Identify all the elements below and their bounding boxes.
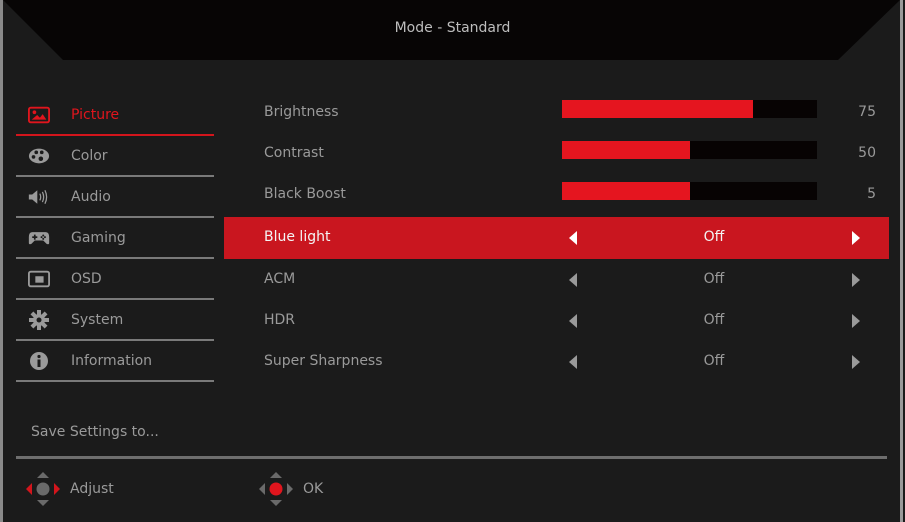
setting-label: Super Sharpness <box>264 353 383 369</box>
ok-hint: OK <box>257 470 323 508</box>
left-border <box>0 0 3 522</box>
slider-fill <box>562 182 690 200</box>
gear-icon <box>28 309 50 330</box>
setting-row-brightness[interactable]: Brightness 75 <box>224 92 889 133</box>
ok-label: OK <box>303 481 324 497</box>
sidebar-label: System <box>71 311 124 328</box>
sidebar-label: Picture <box>71 106 120 123</box>
osd-window-icon <box>28 270 50 288</box>
setting-label: Black Boost <box>264 186 346 202</box>
setting-row-acm[interactable]: ACM Off <box>224 259 889 300</box>
arrow-right-icon[interactable] <box>852 231 860 245</box>
slider-fill <box>562 100 754 118</box>
sidebar-label: OSD <box>71 270 102 287</box>
right-border <box>900 0 903 522</box>
gamepad-icon <box>28 229 50 247</box>
sidebar-item-color[interactable]: Color <box>16 136 214 177</box>
setting-value: Off <box>703 229 725 245</box>
setting-value: Off <box>703 353 725 369</box>
palette-icon <box>28 147 50 165</box>
brightness-slider[interactable] <box>562 100 817 118</box>
save-settings-button[interactable]: Save Settings to... <box>31 424 159 440</box>
arrow-left-icon[interactable] <box>569 355 577 369</box>
bottom-divider <box>16 456 887 459</box>
arrow-right-icon[interactable] <box>852 355 860 369</box>
sidebar-item-picture[interactable]: Picture <box>16 95 214 136</box>
sidebar-label: Color <box>71 147 108 164</box>
picture-icon <box>28 106 50 124</box>
sidebar-item-system[interactable]: System <box>16 300 214 341</box>
adjust-hint: Adjust <box>24 470 114 508</box>
sidebar-item-osd[interactable]: OSD <box>16 259 214 300</box>
sidebar-item-information[interactable]: Information <box>16 341 214 382</box>
sidebar-item-audio[interactable]: Audio <box>16 177 214 218</box>
setting-value: Off <box>703 271 725 287</box>
sidebar-label: Gaming <box>71 229 126 246</box>
contrast-slider[interactable] <box>562 141 817 159</box>
setting-row-super-sharpness[interactable]: Super Sharpness Off <box>224 341 889 382</box>
arrow-left-icon[interactable] <box>569 314 577 328</box>
arrow-right-icon[interactable] <box>852 273 860 287</box>
setting-value: Off <box>703 312 725 328</box>
setting-row-contrast[interactable]: Contrast 50 <box>224 133 889 174</box>
sidebar-item-gaming[interactable]: Gaming <box>16 218 214 259</box>
setting-row-blue-light[interactable]: Blue light Off <box>224 217 889 259</box>
mode-title: Mode - Standard <box>394 20 511 36</box>
black-boost-slider[interactable] <box>562 182 817 200</box>
setting-value: 5 <box>867 186 876 202</box>
sidebar-label: Information <box>71 352 153 369</box>
setting-label: HDR <box>264 312 296 328</box>
sidebar-menu: Picture Color Audio Gaming OSD System In… <box>16 95 214 382</box>
adjust-label: Adjust <box>70 481 114 497</box>
setting-row-hdr[interactable]: HDR Off <box>224 300 889 341</box>
setting-label: Brightness <box>264 104 339 120</box>
setting-label: Blue light <box>264 229 331 245</box>
slider-fill <box>562 141 690 159</box>
arrow-left-icon[interactable] <box>569 273 577 287</box>
setting-label: ACM <box>264 271 296 287</box>
dpad-center-icon <box>259 472 293 506</box>
speaker-icon <box>28 188 50 206</box>
setting-value: 50 <box>858 145 876 161</box>
setting-label: Contrast <box>264 145 324 161</box>
osd-menu: Mode - Standard Picture Color Audio Gami… <box>0 0 905 522</box>
dpad-left-right-icon <box>26 472 60 506</box>
sidebar-label: Audio <box>71 188 111 205</box>
arrow-right-icon[interactable] <box>852 314 860 328</box>
setting-value: 75 <box>858 104 876 120</box>
picture-settings-panel: Brightness 75 Contrast 50 Black Boost 5 … <box>224 92 889 382</box>
setting-row-black-boost[interactable]: Black Boost 5 <box>224 174 889 215</box>
arrow-left-icon[interactable] <box>569 231 577 245</box>
info-icon <box>28 351 50 370</box>
